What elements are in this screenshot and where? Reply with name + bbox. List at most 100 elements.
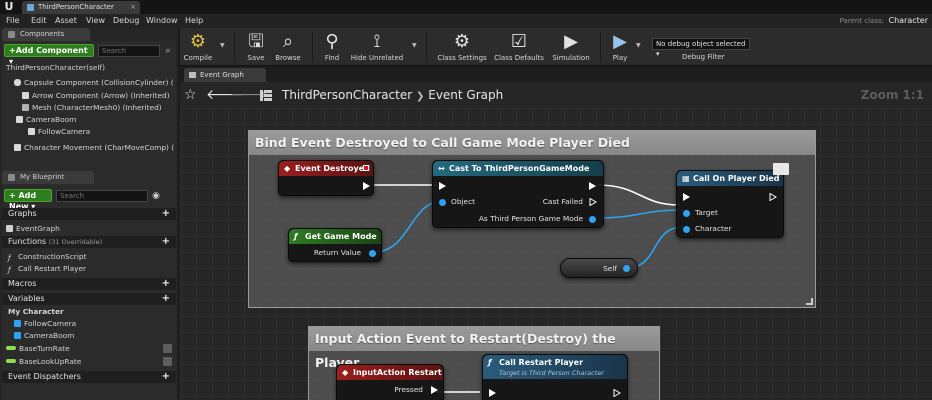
target-input-pin[interactable]: [683, 210, 690, 217]
menu-edit[interactable]: Edit: [31, 15, 47, 27]
compile-label: Compile: [183, 54, 213, 62]
variable-item-baselookuprate[interactable]: BaseLookUpRate: [6, 356, 81, 367]
star-icon[interactable]: ☆: [184, 86, 197, 104]
node-header[interactable]: ƒ Call Restart Player Target is Third Pe…: [483, 355, 627, 379]
my-blueprint-tab[interactable]: My Blueprint: [2, 171, 94, 184]
hide-unrelated-button[interactable]: ⟟ Hide Unrelated: [350, 30, 404, 62]
compile-button[interactable]: ⚙ Compile: [182, 30, 214, 62]
chevron-down-icon[interactable]: ▼: [220, 42, 225, 49]
components-tab[interactable]: Components: [2, 28, 90, 41]
graphs-section[interactable]: Graphs +: [2, 208, 176, 220]
menu-help[interactable]: Help: [185, 15, 203, 27]
exec-input-pin[interactable]: [683, 193, 690, 201]
node-header[interactable]: ◆ Event Destroyed: [279, 161, 373, 176]
return-value-pin[interactable]: [369, 250, 376, 257]
add-macro-plus-icon[interactable]: +: [162, 278, 170, 290]
class-settings-button[interactable]: ⚙ Class Settings: [434, 30, 490, 62]
tree-item-label: Capsule Component (CollisionCylinder) (I…: [24, 78, 174, 87]
breadcrumb-leaf[interactable]: Event Graph: [428, 88, 503, 102]
cast-node[interactable]: ↔ Cast To ThirdPersonGameMode Object Cas…: [432, 160, 604, 228]
event-dispatchers-section[interactable]: Event Dispatchers +: [2, 371, 176, 383]
tree-item-followcamera[interactable]: FollowCamera: [28, 126, 90, 137]
exec-output-pin-unconnected[interactable]: [769, 193, 777, 201]
save-button[interactable]: 🖫 Save: [242, 30, 270, 62]
chevron-down-icon[interactable]: ▼: [412, 42, 417, 49]
visibility-toggle-icon[interactable]: [163, 344, 172, 353]
event-graph-tab[interactable]: Event Graph: [184, 68, 266, 82]
node-header[interactable]: ◆ InputAction Restart: [337, 365, 443, 380]
menu-debug[interactable]: Debug: [113, 15, 139, 27]
exec-output-pin[interactable]: [363, 182, 370, 190]
variable-item-cameraboom[interactable]: CameraBoom: [14, 330, 74, 341]
menu-window[interactable]: Window: [146, 15, 178, 27]
visibility-toggle-icon[interactable]: [163, 357, 172, 366]
my-blueprint-search-input[interactable]: Search: [56, 190, 148, 202]
blueprint-icon: [8, 174, 15, 181]
tree-item-arrow[interactable]: Arrow Component (Arrow) (Inherited): [22, 90, 170, 101]
close-icon[interactable]: ×: [130, 1, 136, 14]
graph-grid-icon: [260, 90, 272, 101]
event-destroyed-node[interactable]: ◆ Event Destroyed: [278, 160, 374, 196]
character-input-pin[interactable]: [683, 226, 690, 233]
variable-category[interactable]: My Character: [8, 306, 64, 317]
node-header[interactable]: ↔ Cast To ThirdPersonGameMode: [433, 161, 603, 176]
hide-unrelated-icon: ⟟: [373, 31, 381, 52]
parent-class-value[interactable]: Character: [889, 15, 929, 27]
tree-item-cameraboom[interactable]: CameraBoom: [16, 114, 76, 125]
exec-input-pin[interactable]: [439, 182, 446, 190]
play-button[interactable]: ▶ Play: [606, 30, 634, 62]
add-function-plus-icon[interactable]: +: [162, 236, 170, 248]
exec-output-pin[interactable]: [431, 386, 438, 394]
search-icon[interactable]: ⌕: [162, 45, 174, 57]
add-variable-plus-icon[interactable]: +: [162, 293, 170, 305]
functions-section[interactable]: Functions (31 Overridable) +: [2, 236, 176, 248]
simulation-button[interactable]: ▶ Simulation: [548, 30, 594, 62]
macros-section[interactable]: Macros +: [2, 278, 176, 290]
graph-item-eventgraph[interactable]: EventGraph: [6, 223, 60, 234]
function-item-construction[interactable]: ƒ ConstructionScript: [8, 251, 87, 262]
self-output-pin[interactable]: [623, 265, 630, 272]
document-tab[interactable]: ThirdPersonCharacter ×: [22, 1, 140, 14]
menu-file[interactable]: File: [6, 15, 19, 27]
call-restart-player-node[interactable]: ƒ Call Restart Player Target is Third Pe…: [482, 354, 628, 400]
exec-output-pin[interactable]: [589, 182, 596, 190]
tree-item-self[interactable]: ThirdPersonCharacter(self): [6, 62, 105, 73]
exec-input-pin[interactable]: [489, 389, 496, 397]
browse-button[interactable]: ⌕ Browse: [272, 30, 304, 62]
function-item-restart[interactable]: ƒ Call Restart Player: [8, 263, 86, 274]
self-node[interactable]: Self: [560, 258, 638, 278]
variable-item-baseturnrate[interactable]: BaseTurnRate: [6, 343, 70, 354]
get-game-mode-node[interactable]: ƒ Get Game Mode Return Value: [288, 228, 382, 262]
breadcrumb-root[interactable]: ThirdPersonCharacter: [282, 88, 412, 102]
menu-view[interactable]: View: [86, 15, 105, 27]
find-button[interactable]: ⚲ Find: [318, 30, 346, 62]
tree-item-capsule[interactable]: Capsule Component (CollisionCylinder) (I…: [14, 77, 174, 88]
variables-section[interactable]: Variables +: [2, 293, 176, 305]
chevron-down-icon[interactable]: ▼: [636, 42, 641, 49]
input-action-restart-node[interactable]: ◆ InputAction Restart Pressed: [336, 364, 444, 400]
float-var-icon: [6, 359, 16, 363]
class-defaults-button[interactable]: ☑ Class Defaults: [492, 30, 546, 62]
tree-item-label: Character Movement (CharMoveComp) (Inher…: [24, 143, 174, 152]
node-header[interactable]: ▦ Call On Player Died: [677, 171, 783, 186]
exec-output-pin-unconnected[interactable]: [613, 389, 621, 397]
my-blueprint-tab-label: My Blueprint: [20, 173, 65, 181]
eye-icon[interactable]: ◉: [150, 190, 162, 202]
as-output-pin[interactable]: [589, 216, 596, 223]
variable-item-followcamera[interactable]: FollowCamera: [14, 318, 76, 329]
add-dispatcher-plus-icon[interactable]: +: [162, 371, 170, 383]
graph-canvas[interactable]: Bind Event Destroyed to Call Game Mode P…: [180, 108, 932, 400]
tree-item-movement[interactable]: Character Movement (CharMoveComp) (Inher…: [14, 142, 174, 153]
object-input-pin[interactable]: [439, 199, 446, 206]
add-component-button[interactable]: +Add Component ▾: [4, 44, 94, 66]
menu-asset[interactable]: Asset: [55, 15, 77, 27]
components-search-input[interactable]: Search: [98, 45, 160, 57]
add-graph-plus-icon[interactable]: +: [162, 208, 170, 220]
add-new-button[interactable]: + Add New ▾: [4, 189, 52, 211]
debug-object-select[interactable]: No debug object selected ▾: [652, 38, 750, 58]
exec-output-pin-unconnected[interactable]: [589, 198, 597, 206]
tree-item-mesh[interactable]: Mesh (CharacterMesh0) (Inherited): [22, 102, 162, 113]
call-on-player-died-node[interactable]: ▦ Call On Player Died Target Character: [676, 163, 789, 238]
node-header[interactable]: ƒ Get Game Mode: [289, 229, 381, 244]
delegate-pin-icon[interactable]: [363, 165, 369, 171]
